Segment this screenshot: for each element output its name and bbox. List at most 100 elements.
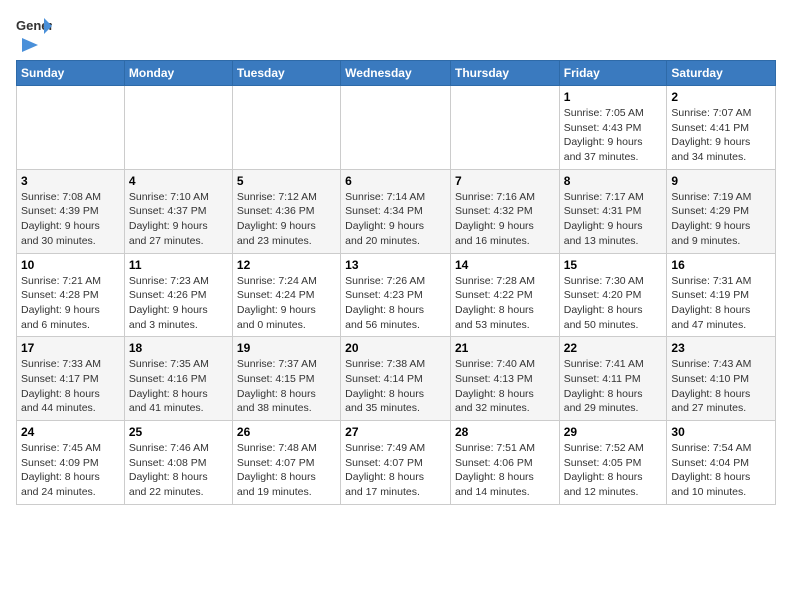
day-info: Sunrise: 7:43 AM Sunset: 4:10 PM Dayligh… — [671, 357, 771, 416]
day-cell — [450, 86, 559, 170]
day-info: Sunrise: 7:35 AM Sunset: 4:16 PM Dayligh… — [129, 357, 228, 416]
calendar-body: 1 Sunrise: 7:05 AM Sunset: 4:43 PM Daylig… — [17, 86, 776, 505]
day-cell: 14Sunrise: 7:28 AM Sunset: 4:22 PM Dayli… — [450, 253, 559, 337]
day-info: Sunrise: 7:21 AM Sunset: 4:28 PM Dayligh… — [21, 274, 120, 333]
day-info: Sunrise: 7:40 AM Sunset: 4:13 PM Dayligh… — [455, 357, 555, 416]
header-cell-sunday: Sunday — [17, 61, 125, 86]
day-cell: 19 Sunrise: 7:37 AM Sunset: 4:15 PM Dayli… — [232, 337, 340, 421]
day-number: 1 — [564, 90, 663, 104]
day-info: Sunrise: 7:08 AM Sunset: 4:39 PM Dayligh… — [21, 190, 120, 249]
day-cell: 9Sunrise: 7:19 AM Sunset: 4:29 PM Daylig… — [667, 169, 776, 253]
day-number: 11 — [129, 258, 228, 272]
day-cell: 13 Sunrise: 7:26 AM Sunset: 4:23 PM Dayli… — [341, 253, 451, 337]
day-info: Sunrise: 7:14 AM Sunset: 4:34 PM Dayligh… — [345, 190, 446, 249]
day-cell: 11 Sunrise: 7:23 AM Sunset: 4:26 PM Dayli… — [124, 253, 232, 337]
day-number: 18 — [129, 341, 228, 355]
day-cell: 28 Sunrise: 7:51 AM Sunset: 4:06 PM Dayli… — [450, 421, 559, 505]
day-cell — [232, 86, 340, 170]
day-cell: 1 Sunrise: 7:05 AM Sunset: 4:43 PM Daylig… — [559, 86, 667, 170]
day-info: Sunrise: 7:51 AM Sunset: 4:06 PM Dayligh… — [455, 441, 555, 500]
logo: General — [16, 16, 52, 52]
day-cell: 17 Sunrise: 7:33 AM Sunset: 4:17 PM Dayli… — [17, 337, 125, 421]
header-cell-wednesday: Wednesday — [341, 61, 451, 86]
header-cell-tuesday: Tuesday — [232, 61, 340, 86]
day-info: Sunrise: 7:10 AM Sunset: 4:37 PM Dayligh… — [129, 190, 228, 249]
week-row-5: 24 Sunrise: 7:45 AM Sunset: 4:09 PM Dayli… — [17, 421, 776, 505]
day-cell: 3 Sunrise: 7:08 AM Sunset: 4:39 PM Daylig… — [17, 169, 125, 253]
day-info: Sunrise: 7:31 AM Sunset: 4:19 PM Dayligh… — [671, 274, 771, 333]
day-cell: 12 Sunrise: 7:24 AM Sunset: 4:24 PM Dayli… — [232, 253, 340, 337]
day-number: 6 — [345, 174, 446, 188]
day-cell: 5Sunrise: 7:12 AM Sunset: 4:36 PM Daylig… — [232, 169, 340, 253]
day-info: Sunrise: 7:05 AM Sunset: 4:43 PM Dayligh… — [564, 106, 663, 165]
day-info: Sunrise: 7:48 AM Sunset: 4:07 PM Dayligh… — [237, 441, 336, 500]
day-number: 8 — [564, 174, 663, 188]
day-info: Sunrise: 7:54 AM Sunset: 4:04 PM Dayligh… — [671, 441, 771, 500]
header-cell-monday: Monday — [124, 61, 232, 86]
day-cell: 15 Sunrise: 7:30 AM Sunset: 4:20 PM Dayli… — [559, 253, 667, 337]
day-cell — [124, 86, 232, 170]
day-number: 10 — [21, 258, 120, 272]
day-cell: 18 Sunrise: 7:35 AM Sunset: 4:16 PM Dayli… — [124, 337, 232, 421]
day-cell: 2 Sunrise: 7:07 AM Sunset: 4:41 PM Daylig… — [667, 86, 776, 170]
header-row: SundayMondayTuesdayWednesdayThursdayFrid… — [17, 61, 776, 86]
day-number: 21 — [455, 341, 555, 355]
week-row-2: 3 Sunrise: 7:08 AM Sunset: 4:39 PM Daylig… — [17, 169, 776, 253]
day-info: Sunrise: 7:37 AM Sunset: 4:15 PM Dayligh… — [237, 357, 336, 416]
day-info: Sunrise: 7:33 AM Sunset: 4:17 PM Dayligh… — [21, 357, 120, 416]
day-number: 27 — [345, 425, 446, 439]
day-info: Sunrise: 7:49 AM Sunset: 4:07 PM Dayligh… — [345, 441, 446, 500]
logo-arrow-icon — [18, 34, 40, 56]
day-cell: 7Sunrise: 7:16 AM Sunset: 4:32 PM Daylig… — [450, 169, 559, 253]
day-number: 20 — [345, 341, 446, 355]
day-cell: 22 Sunrise: 7:41 AM Sunset: 4:11 PM Dayli… — [559, 337, 667, 421]
day-cell: 30 Sunrise: 7:54 AM Sunset: 4:04 PM Dayli… — [667, 421, 776, 505]
day-number: 12 — [237, 258, 336, 272]
day-cell: 8Sunrise: 7:17 AM Sunset: 4:31 PM Daylig… — [559, 169, 667, 253]
day-number: 2 — [671, 90, 771, 104]
day-number: 17 — [21, 341, 120, 355]
day-info: Sunrise: 7:38 AM Sunset: 4:14 PM Dayligh… — [345, 357, 446, 416]
day-cell — [341, 86, 451, 170]
day-info: Sunrise: 7:41 AM Sunset: 4:11 PM Dayligh… — [564, 357, 663, 416]
day-number: 26 — [237, 425, 336, 439]
day-number: 4 — [129, 174, 228, 188]
day-number: 15 — [564, 258, 663, 272]
day-info: Sunrise: 7:23 AM Sunset: 4:26 PM Dayligh… — [129, 274, 228, 333]
day-cell: 24 Sunrise: 7:45 AM Sunset: 4:09 PM Dayli… — [17, 421, 125, 505]
week-row-1: 1 Sunrise: 7:05 AM Sunset: 4:43 PM Daylig… — [17, 86, 776, 170]
day-number: 22 — [564, 341, 663, 355]
day-number: 14 — [455, 258, 555, 272]
day-cell: 23Sunrise: 7:43 AM Sunset: 4:10 PM Dayli… — [667, 337, 776, 421]
header-cell-friday: Friday — [559, 61, 667, 86]
day-cell: 16 Sunrise: 7:31 AM Sunset: 4:19 PM Dayli… — [667, 253, 776, 337]
day-number: 16 — [671, 258, 771, 272]
day-number: 3 — [21, 174, 120, 188]
day-info: Sunrise: 7:24 AM Sunset: 4:24 PM Dayligh… — [237, 274, 336, 333]
day-cell: 10 Sunrise: 7:21 AM Sunset: 4:28 PM Dayli… — [17, 253, 125, 337]
day-info: Sunrise: 7:30 AM Sunset: 4:20 PM Dayligh… — [564, 274, 663, 333]
calendar: SundayMondayTuesdayWednesdayThursdayFrid… — [16, 60, 776, 505]
day-number: 29 — [564, 425, 663, 439]
header-cell-thursday: Thursday — [450, 61, 559, 86]
day-number: 30 — [671, 425, 771, 439]
day-cell: 4 Sunrise: 7:10 AM Sunset: 4:37 PM Daylig… — [124, 169, 232, 253]
day-info: Sunrise: 7:45 AM Sunset: 4:09 PM Dayligh… — [21, 441, 120, 500]
day-number: 28 — [455, 425, 555, 439]
day-info: Sunrise: 7:52 AM Sunset: 4:05 PM Dayligh… — [564, 441, 663, 500]
day-cell: 20 Sunrise: 7:38 AM Sunset: 4:14 PM Dayli… — [341, 337, 451, 421]
day-info: Sunrise: 7:07 AM Sunset: 4:41 PM Dayligh… — [671, 106, 771, 165]
day-cell: 26 Sunrise: 7:48 AM Sunset: 4:07 PM Dayli… — [232, 421, 340, 505]
day-cell: 29 Sunrise: 7:52 AM Sunset: 4:05 PM Dayli… — [559, 421, 667, 505]
day-cell — [17, 86, 125, 170]
header-cell-saturday: Saturday — [667, 61, 776, 86]
day-number: 13 — [345, 258, 446, 272]
day-number: 24 — [21, 425, 120, 439]
day-cell: 6 Sunrise: 7:14 AM Sunset: 4:34 PM Daylig… — [341, 169, 451, 253]
day-cell: 21 Sunrise: 7:40 AM Sunset: 4:13 PM Dayli… — [450, 337, 559, 421]
week-row-3: 10 Sunrise: 7:21 AM Sunset: 4:28 PM Dayli… — [17, 253, 776, 337]
day-info: Sunrise: 7:26 AM Sunset: 4:23 PM Dayligh… — [345, 274, 446, 333]
day-number: 19 — [237, 341, 336, 355]
day-number: 25 — [129, 425, 228, 439]
day-info: Sunrise: 7:46 AM Sunset: 4:08 PM Dayligh… — [129, 441, 228, 500]
